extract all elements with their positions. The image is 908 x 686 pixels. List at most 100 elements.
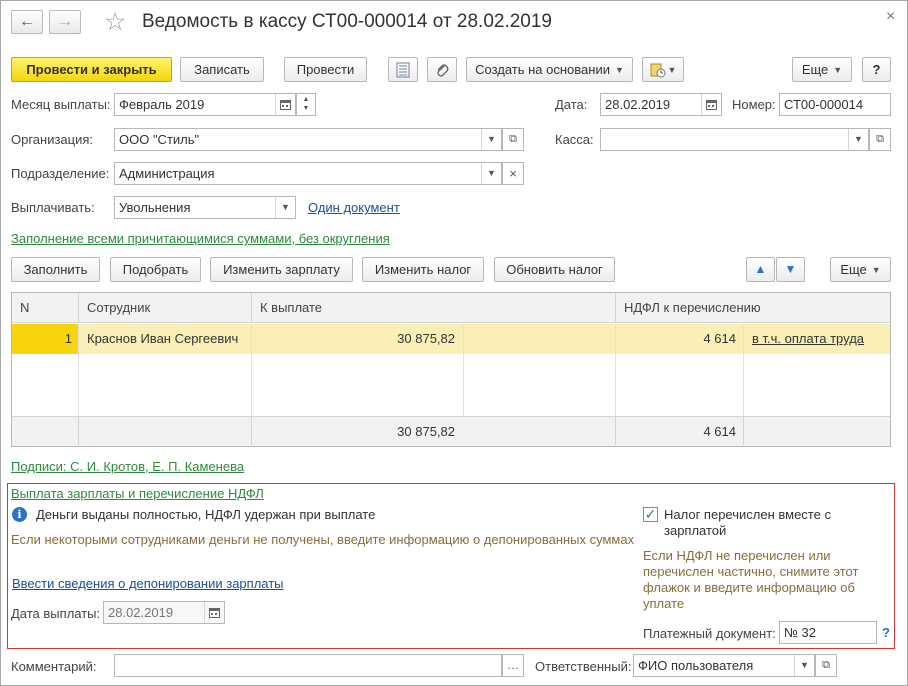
pick-button[interactable]: Подобрать [110,257,201,282]
chevron-down-icon[interactable]: ▼ [275,197,295,218]
pay-type-select[interactable]: Увольнения ▼ [114,196,296,219]
one-document-link[interactable]: Один документ [308,200,400,215]
cell-amount[interactable]: 30 875,82 [252,324,455,354]
employees-table[interactable]: N Сотрудник К выплате НДФЛ к перечислени… [11,292,891,447]
dropdown-caret-icon: ▼ [614,65,624,75]
tax-paid-checkbox[interactable]: ✓ [643,507,658,522]
chevron-down-icon[interactable]: ▼ [481,163,501,184]
post-button[interactable]: Провести [284,57,367,82]
chevron-down-icon[interactable]: ▼ [794,655,814,676]
print-button[interactable] [388,57,418,82]
spin-down-icon[interactable]: ▼ [297,104,315,114]
clear-department-button[interactable]: × [502,162,524,185]
chevron-down-icon[interactable]: ▼ [848,129,868,150]
tax-paid-label[interactable]: Налог перечислен вместе с зарплатой [664,507,854,539]
pay-type-value: Увольнения [119,200,191,215]
payment-doc-input[interactable]: № 32 [779,621,877,644]
table-footer: 30 875,82 4 614 [12,416,890,447]
month-input[interactable]: Февраль 2019 [114,93,296,116]
pay-type-label: Выплачивать: [11,200,95,215]
spin-up-icon[interactable]: ▲ [297,94,315,104]
column-header-amount[interactable]: К выплате [252,293,616,323]
column-header-tax[interactable]: НДФЛ к перечислению [616,293,890,323]
month-spinner[interactable]: ▲ ▼ [296,93,316,116]
department-value: Администрация [119,166,215,181]
chevron-down-icon[interactable]: ▼ [481,129,501,150]
fill-button[interactable]: Заполнить [11,257,100,282]
department-input[interactable]: Администрация ▼ [114,162,502,185]
change-salary-button[interactable]: Изменить зарплату [210,257,353,282]
print-list-icon [396,62,410,78]
open-cash-button[interactable]: ⧉ [869,128,891,151]
open-organization-button[interactable]: ⧉ [502,128,524,151]
dropdown-caret-icon: ▼ [833,65,843,75]
organization-input[interactable]: ООО "Стиль" ▼ [114,128,502,151]
cell-tax-breakdown-link[interactable]: в т.ч. оплата труда [752,324,864,354]
calendar-icon[interactable] [204,602,224,623]
help-button[interactable]: ? [862,57,891,82]
pay-date-label: Дата выплаты: [11,606,101,621]
cell-tax[interactable]: 4 614 [616,324,736,354]
cash-label: Касса: [555,132,594,147]
clear-icon: × [509,166,517,181]
responsible-label: Ответственный: [535,659,632,674]
arrow-left-icon: ← [19,13,35,30]
cell-employee[interactable]: Краснов Иван Сергеевич [87,324,247,354]
number-input[interactable]: СТ00-000014 [779,93,891,116]
total-amount: 30 875,82 [397,424,455,439]
checkmark-icon: ✓ [644,506,657,522]
calendar-icon[interactable] [275,94,295,115]
report-menu-button[interactable]: ▼ [642,57,684,82]
post-and-close-button[interactable]: Провести и закрыть [11,57,172,82]
page-title: Ведомость в кассу СТ00-000014 от 28.02.2… [142,11,552,32]
open-responsible-button[interactable]: ⧉ [815,654,837,677]
arrow-down-icon: ▼ [784,262,797,276]
signatures-link[interactable]: Подписи: С. И. Кротов, Е. П. Каменева [11,459,244,474]
column-divider [78,417,79,447]
table-more-button[interactable]: Еще ▼ [830,257,891,282]
info-icon: i [12,507,27,522]
move-down-button[interactable]: ▼ [776,257,805,282]
payment-group-title-link[interactable]: Выплата зарплаты и перечисление НДФЛ [11,486,264,501]
change-tax-button[interactable]: Изменить налог [362,257,484,282]
close-icon[interactable]: × [886,8,895,26]
open-link-icon: ⧉ [822,659,830,671]
column-header-employee[interactable]: Сотрудник [79,293,252,323]
fill-mode-link[interactable]: Заполнение всеми причитающимися суммами,… [11,231,390,246]
cash-input[interactable]: ▼ [600,128,869,151]
more-button[interactable]: Еще ▼ [792,57,852,82]
arrow-right-icon: → [57,13,73,30]
responsible-value: ФИО пользователя [638,658,754,673]
deposit-hint-text: Если некоторыми сотрудниками деньги не п… [11,532,635,547]
cell-n[interactable]: 1 [12,324,78,354]
comment-input[interactable] [114,654,502,677]
date-value: 28.02.2019 [605,97,671,112]
dropdown-caret-icon: ▼ [667,65,677,75]
month-label: Месяц выплаты: [11,97,111,112]
forward-button[interactable]: → [49,10,81,34]
payment-doc-label: Платежный документ: [643,626,776,641]
update-tax-button[interactable]: Обновить налог [494,257,615,282]
question-icon[interactable]: ? [882,625,890,640]
move-up-button[interactable]: ▲ [746,257,775,282]
report-clock-icon [650,63,666,78]
column-header-n[interactable]: N [12,293,79,323]
calendar-icon[interactable] [701,94,721,115]
comment-expand-button[interactable]: … [502,654,524,677]
tax-hint-text: Если НДФЛ не перечислен или перечислен ч… [643,548,859,611]
attach-files-button[interactable] [427,57,457,82]
table-row[interactable]: 1 Краснов Иван Сергеевич 30 875,82 4 614… [12,324,890,354]
pay-date-input[interactable]: 28.02.2019 [103,601,225,624]
comment-label: Комментарий: [11,659,97,674]
responsible-input[interactable]: ФИО пользователя ▼ [633,654,815,677]
date-input[interactable]: 28.02.2019 [600,93,722,116]
favorite-star-icon[interactable]: ☆ [104,9,126,35]
payment-status-text: Деньги выданы полностью, НДФЛ удержан пр… [36,507,376,522]
department-label: Подразделение: [11,166,110,181]
deposit-link[interactable]: Ввести сведения о депонировании зарплаты [12,576,284,591]
back-button[interactable]: ← [11,10,43,34]
more-label: Еще [801,62,829,77]
create-based-on-button[interactable]: Создать на основании ▼ [466,57,633,82]
organization-value: ООО "Стиль" [119,132,200,147]
save-button[interactable]: Записать [180,57,264,82]
